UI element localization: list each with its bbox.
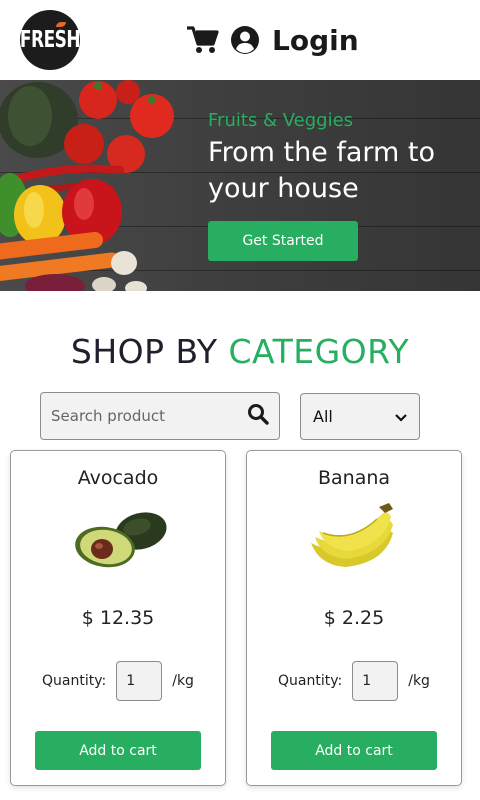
section-title-part1: SHOP BY <box>70 332 218 371</box>
nav: Login <box>186 20 359 60</box>
get-started-button[interactable]: Get Started <box>208 221 358 261</box>
hero-content: Fruits & Veggies From the farm to your h… <box>208 110 468 261</box>
quantity-row: Quantity: 1 /kg <box>247 661 461 701</box>
fresh-logo[interactable]: FRESH <box>19 10 81 70</box>
product-card: Avocado $ 12.35 Quantity: 1 /kg Add to c… <box>10 450 226 786</box>
quantity-row: Quantity: 1 /kg <box>11 661 225 701</box>
quantity-label: Quantity: <box>42 673 107 689</box>
product-price: $ 2.25 <box>323 607 385 629</box>
category-select-value: All <box>313 407 333 426</box>
section-title: SHOP BY CATEGORY <box>0 332 480 371</box>
product-name: Avocado <box>77 467 159 489</box>
banana-image <box>311 503 393 567</box>
user-circle-icon[interactable] <box>230 25 260 55</box>
cart-icon[interactable] <box>186 25 220 55</box>
product-card: Banana $ 2.25 Quantity: 1 /kg Add to car… <box>246 450 462 786</box>
hero-banner: Fruits & Veggies From the farm to your h… <box>0 80 480 291</box>
product-price: $ 12.35 <box>81 607 155 629</box>
logo-text: FRESH <box>19 26 81 54</box>
unit-label: /kg <box>172 673 194 689</box>
add-to-cart-button[interactable]: Add to cart <box>271 731 437 770</box>
unit-label: /kg <box>408 673 430 689</box>
vegetables-image <box>0 80 174 291</box>
hero-subtitle: Fruits & Veggies <box>208 110 354 131</box>
search-icon[interactable] <box>247 403 269 430</box>
quantity-label: Quantity: <box>278 673 343 689</box>
header: FRESH Login <box>0 0 480 80</box>
product-name: Banana <box>317 467 391 489</box>
login-link[interactable]: Login <box>272 24 359 57</box>
add-to-cart-button[interactable]: Add to cart <box>35 731 201 770</box>
section-title-part2: CATEGORY <box>228 332 410 371</box>
category-select[interactable]: All <box>300 393 420 440</box>
hero-title-line1: From the farm to <box>208 137 436 168</box>
chevron-down-icon <box>395 407 407 426</box>
quantity-input[interactable]: 1 <box>116 661 163 701</box>
hero-title: From the farm to your house <box>208 135 468 207</box>
search-input[interactable] <box>51 407 247 425</box>
avocado-image <box>75 512 167 568</box>
quantity-input[interactable]: 1 <box>352 661 399 701</box>
search-box <box>40 392 280 440</box>
hero-title-line2: your house <box>208 173 359 204</box>
